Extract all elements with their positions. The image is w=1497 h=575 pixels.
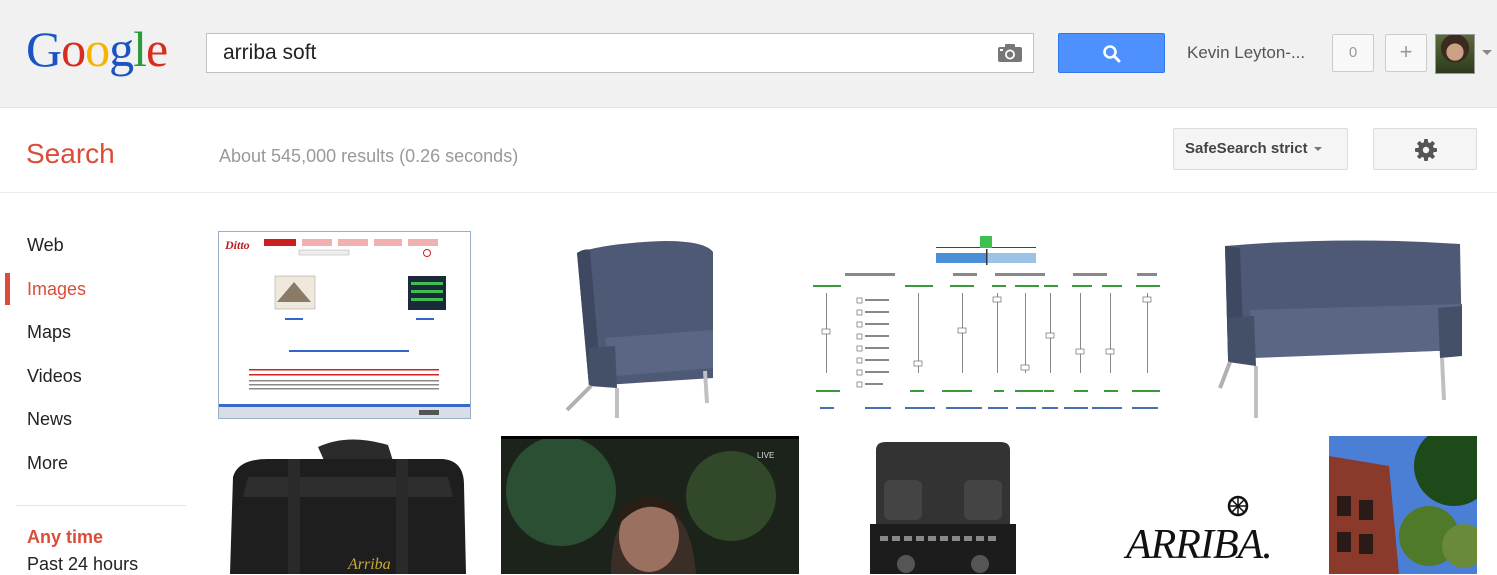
search-button[interactable] [1058, 33, 1165, 73]
search-input[interactable] [207, 34, 987, 72]
sidebar-divider [16, 505, 186, 506]
logo-letter: G [26, 21, 62, 77]
image-result-open-case[interactable] [870, 440, 1016, 574]
sidebar-item-news[interactable]: News [0, 399, 190, 443]
google-logo[interactable]: Google [26, 21, 168, 77]
svg-text:Arriba: Arriba [347, 556, 391, 573]
logo-letter: l [133, 21, 147, 77]
time-filter-any-time[interactable]: Any time [27, 527, 103, 548]
logo-letter: o [85, 21, 110, 77]
magnifier-icon [1103, 45, 1121, 63]
result-stats: About 545,000 results (0.26 seconds) [219, 146, 519, 166]
svg-text:Ditto: Ditto [224, 238, 250, 252]
user-name-link[interactable]: Kevin Leyton-... [1187, 43, 1305, 63]
safesearch-label: SafeSearch strict [1185, 140, 1308, 157]
safesearch-dropdown[interactable]: SafeSearch strict [1173, 128, 1348, 170]
time-filter-past-24-hours[interactable]: Past 24 hours [27, 554, 138, 575]
image-result-building-photo[interactable] [1329, 436, 1477, 574]
svg-text:LIVE: LIVE [757, 451, 774, 460]
section-title: Search [26, 138, 115, 169]
sidebar-item-web[interactable]: Web [0, 225, 190, 269]
settings-button[interactable] [1373, 128, 1477, 170]
top-bar: Google Kevin Leyton-... 0 + [0, 0, 1497, 108]
image-result-arriba-logo[interactable]: ARRIBA. [1120, 490, 1302, 574]
gear-icon [1415, 139, 1437, 161]
chevron-down-icon [1313, 147, 1322, 152]
search-box [206, 33, 1034, 73]
share-button[interactable]: + [1385, 34, 1427, 72]
logo-letter: o [61, 21, 86, 77]
sidebar-item-more[interactable]: More [0, 443, 190, 487]
results-toolbar: Search About 545,000 results (0.26 secon… [0, 108, 1497, 193]
sidebar-item-videos[interactable]: Videos [0, 356, 190, 400]
notification-count-button[interactable]: 0 [1332, 34, 1374, 72]
logo-letter: g [109, 21, 134, 77]
logo-letter: e [146, 21, 168, 77]
chevron-down-icon[interactable] [1482, 50, 1492, 55]
sidebar-item-images[interactable]: Images [0, 269, 190, 313]
sidebar-item-maps[interactable]: Maps [0, 312, 190, 356]
image-result-video-still[interactable]: LIVE [501, 436, 799, 574]
image-result-sofa[interactable] [1210, 238, 1475, 422]
image-result-ditto-screenshot[interactable]: Ditto [218, 231, 471, 419]
arriba-logo-text: ARRIBA. [1126, 522, 1273, 568]
camera-icon[interactable] [997, 43, 1023, 63]
sidebar-nav: Web Images Maps Videos News More [0, 225, 190, 486]
image-result-fair-use-slider-chart[interactable] [810, 233, 1165, 419]
avatar[interactable] [1435, 34, 1475, 74]
image-result-carry-bag[interactable]: Arriba [228, 437, 468, 574]
image-result-armchair[interactable] [545, 238, 745, 422]
